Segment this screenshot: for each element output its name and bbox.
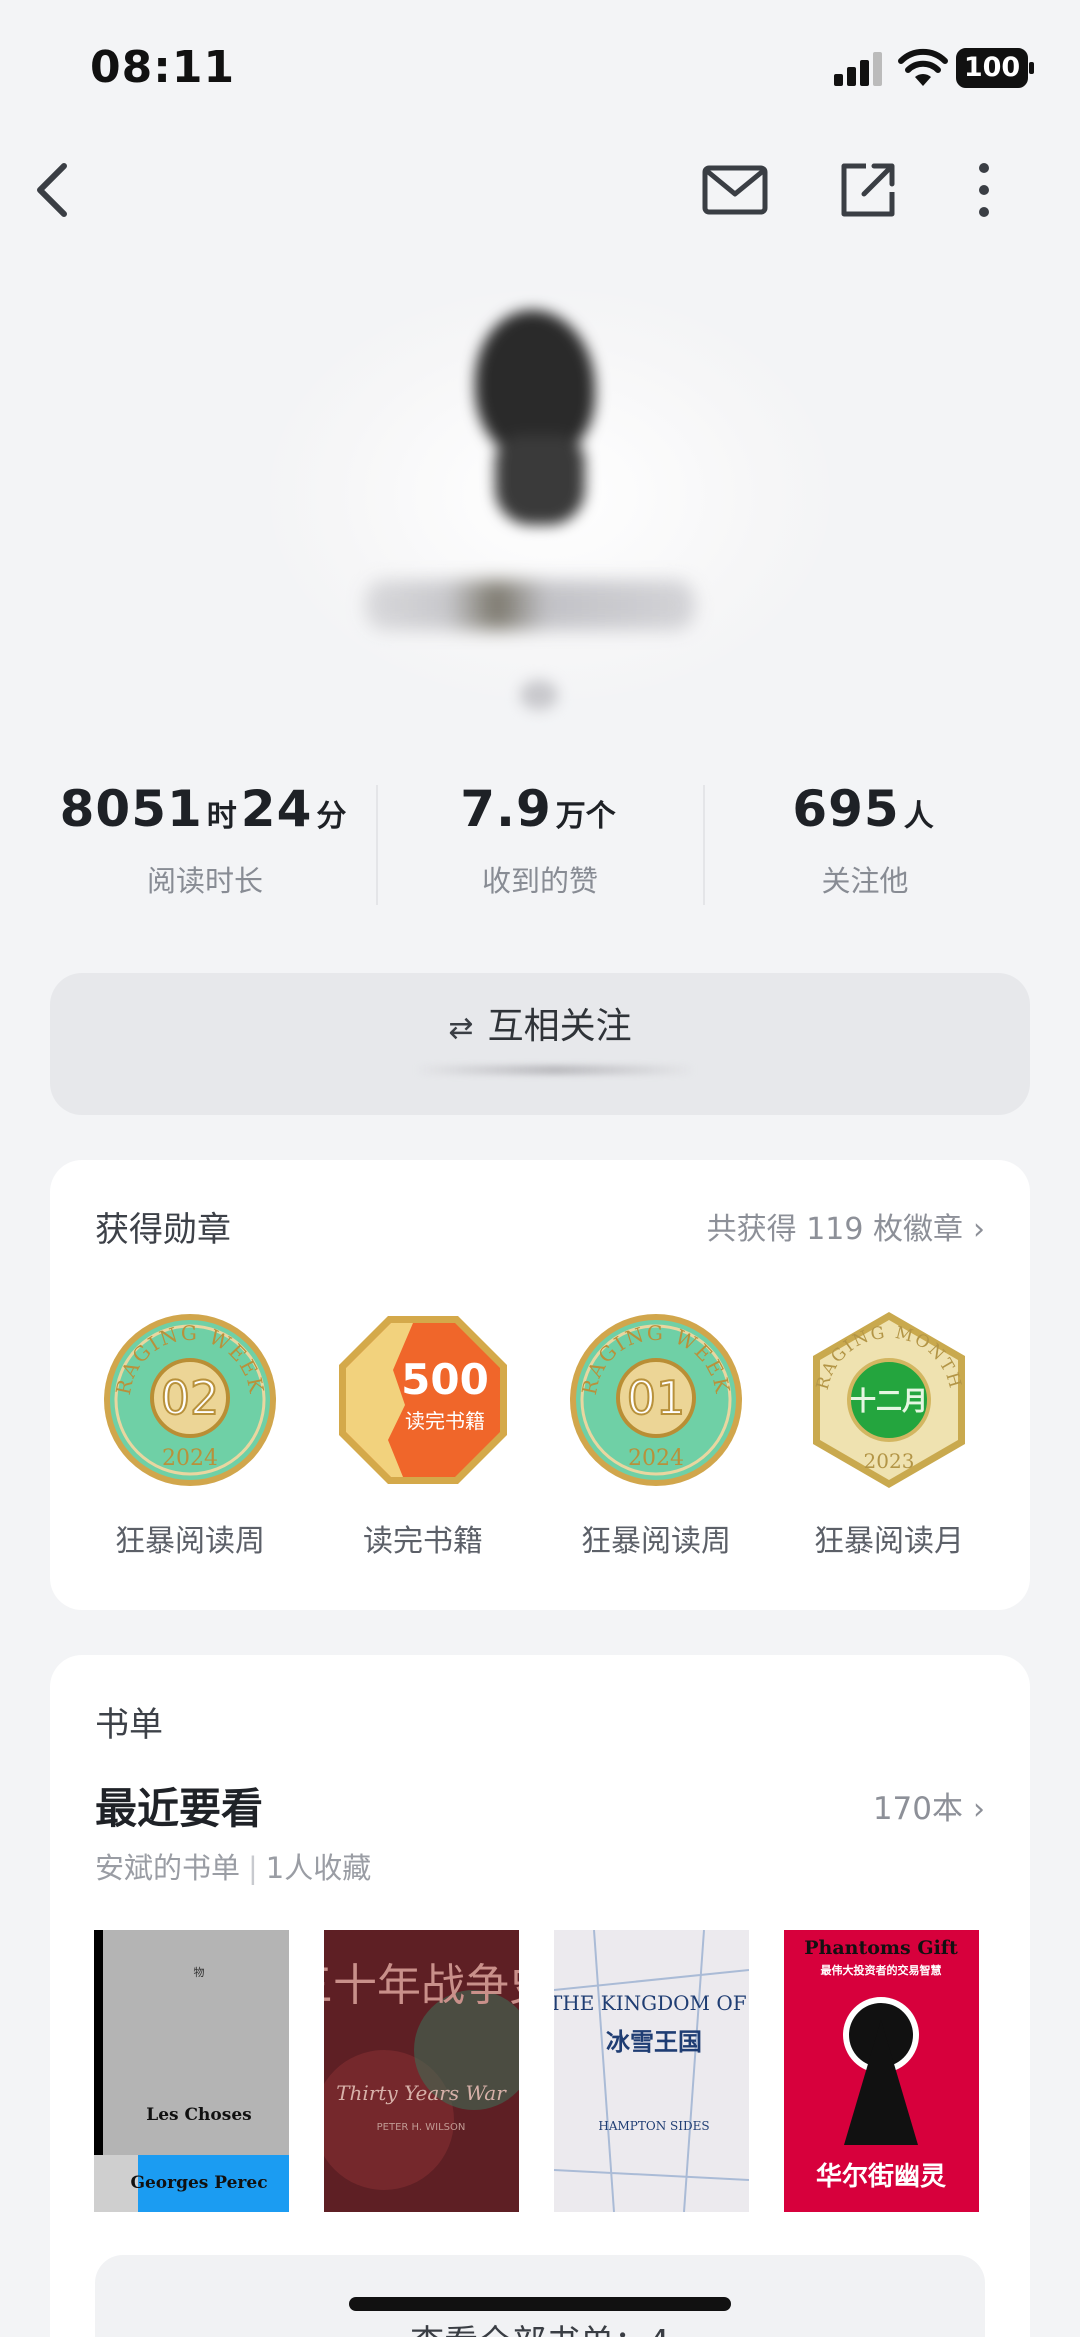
badge-item[interactable]: RAGING MONTH 十二月 2023 狂暴阅读月 — [789, 1310, 989, 1560]
stat-label: 关注他 — [821, 864, 909, 898]
signal-icon — [834, 52, 882, 86]
view-all-label: 查看全部书单：4 — [410, 2323, 670, 2337]
battery-icon: 100 — [956, 48, 1034, 88]
home-indicator[interactable] — [349, 2297, 731, 2311]
share-icon[interactable] — [836, 158, 902, 222]
badge-label: 读完书籍 — [363, 1524, 483, 1559]
svg-text:读完书籍: 读完书籍 — [405, 1409, 485, 1433]
view-all-booklists-button[interactable]: 查看全部书单：4 — [95, 2255, 985, 2337]
svg-text:Phantoms Gift: Phantoms Gift — [804, 1937, 958, 1959]
back-arrow-icon[interactable] — [28, 158, 78, 222]
svg-text:Georges Perec: Georges Perec — [130, 2173, 267, 2193]
mutual-follow-button[interactable]: ⇄ 互相关注 — [50, 973, 1030, 1115]
minutes-unit: 分 — [316, 799, 347, 834]
swap-arrows-icon: ⇄ — [448, 1011, 474, 1046]
svg-text:最伟大投资者的交易智慧: 最伟大投资者的交易智慧 — [821, 1963, 942, 1977]
likes-count: 7.9 — [460, 780, 552, 838]
badges-title: 获得勋章 — [95, 1210, 231, 1250]
stat-likes[interactable]: 7.9 万个 收到的赞 — [375, 780, 705, 900]
divider — [703, 785, 705, 905]
chevron-right-icon: › — [973, 1792, 985, 1827]
svg-text:01: 01 — [627, 1371, 686, 1425]
book-cover[interactable]: IN THE KINGDOM OF ICE 冰雪王国 HAMPTON SIDES — [554, 1930, 749, 2212]
svg-text:02: 02 — [161, 1371, 220, 1425]
svg-text:冰雪王国: 冰雪王国 — [606, 2028, 702, 2056]
booklist-count-link[interactable]: 170本 › — [873, 1783, 985, 1828]
avatar[interactable] — [430, 295, 640, 535]
message-icon[interactable] — [700, 158, 770, 222]
reading-hours: 8051 — [59, 780, 203, 838]
chevron-right-icon: › — [973, 1212, 985, 1247]
raging-week-badge-icon: RAGING WEEK 01 2024 — [570, 1314, 742, 1486]
likes-unit: 万个 — [555, 799, 616, 834]
wifi-icon — [898, 48, 948, 86]
book-cover[interactable]: Phantoms Gift 最伟大投资者的交易智慧 华尔街幽灵 — [784, 1930, 979, 2212]
svg-text:华尔街幽灵: 华尔街幽灵 — [816, 2161, 946, 2192]
badge-item[interactable]: 500 读完书籍 读完书籍 — [323, 1310, 523, 1560]
svg-text:2023: 2023 — [864, 1449, 915, 1473]
followers-count: 695 — [792, 780, 900, 838]
svg-text:HAMPTON SIDES: HAMPTON SIDES — [598, 2119, 709, 2133]
followers-unit: 人 — [903, 799, 934, 834]
book-cover[interactable]: 三十年战争史 Thirty Years War PETER H. WILSON — [324, 1930, 519, 2212]
top-nav-bar — [0, 140, 1080, 240]
svg-text:三十年战争史: 三十年战争史 — [324, 1960, 519, 2011]
booklist-card[interactable]: 书单 最近要看 170本 › 安斌的书单 | 1人收藏 物 Les Choses Ge… — [50, 1655, 1030, 2337]
svg-text:500: 500 — [401, 1355, 489, 1404]
raging-week-badge-icon: RAGING WEEK 02 2024 — [104, 1314, 276, 1486]
svg-text:十二月: 十二月 — [850, 1387, 928, 1417]
svg-text:IN THE KINGDOM OF ICE: IN THE KINGDOM OF ICE — [554, 1991, 749, 2015]
book-cover[interactable]: 物 Les Choses Georges Perec — [94, 1930, 289, 2212]
divider — [376, 785, 378, 905]
books-finished-badge-icon: 500 读完书籍 — [339, 1316, 507, 1484]
stat-label: 阅读时长 — [146, 864, 263, 898]
profile-stats: 8051 时24 分 阅读时长 7.9 万个 收到的赞 695 人 关注他 — [0, 780, 1080, 910]
svg-text:PETER H. WILSON: PETER H. WILSON — [377, 2122, 466, 2133]
follow-label: 互相关注 — [487, 1006, 632, 1047]
badge-label: 狂暴阅读周 — [115, 1524, 265, 1559]
raging-month-badge-icon: RAGING MONTH 十二月 2023 — [813, 1312, 965, 1488]
badge-label: 狂暴阅读月 — [814, 1524, 964, 1559]
svg-text:Les Choses: Les Choses — [146, 2105, 251, 2125]
more-options-icon[interactable] — [964, 158, 1004, 222]
svg-text:2024: 2024 — [162, 1446, 218, 1471]
username-redacted — [365, 580, 695, 630]
booklist-section-title: 书单 — [95, 1705, 163, 1745]
redacted-note — [415, 1065, 695, 1075]
booklist-meta: 安斌的书单 | 1人收藏 — [95, 1851, 372, 1885]
hours-unit: 时 — [206, 799, 237, 834]
booklist-saves: 1人收藏 — [265, 1851, 372, 1885]
status-bar: 08:11 100 — [0, 0, 1080, 130]
booklist-owner: 安斌的书单 — [95, 1851, 241, 1885]
booklist-title: 最近要看 — [95, 1784, 264, 1833]
badges-summary: 共获得 119 枚徽章 — [706, 1212, 963, 1247]
stat-label: 收到的赞 — [481, 864, 598, 898]
gender-icon — [520, 680, 558, 710]
badges-summary-link[interactable]: 共获得 119 枚徽章 › — [707, 1204, 985, 1248]
svg-text:2024: 2024 — [628, 1446, 684, 1471]
badge-label: 狂暴阅读周 — [581, 1524, 731, 1559]
svg-text:物: 物 — [194, 1965, 205, 1979]
status-time: 08:11 — [90, 42, 236, 93]
reading-minutes: 24 — [240, 780, 313, 838]
badge-item[interactable]: RAGING WEEK 02 2024 狂暴阅读周 — [90, 1310, 290, 1560]
svg-text:Thirty Years War: Thirty Years War — [336, 2081, 507, 2105]
badges-card: 获得勋章 共获得 119 枚徽章 › RAGING WEEK 02 2024 狂暴… — [50, 1160, 1030, 1610]
badge-item[interactable]: RAGING WEEK 01 2024 狂暴阅读周 — [556, 1310, 756, 1560]
stat-reading-time[interactable]: 8051 时24 分 阅读时长 — [40, 780, 370, 900]
stat-followers[interactable]: 695 人 关注他 — [700, 780, 1030, 900]
booklist-count: 170本 — [872, 1791, 963, 1827]
